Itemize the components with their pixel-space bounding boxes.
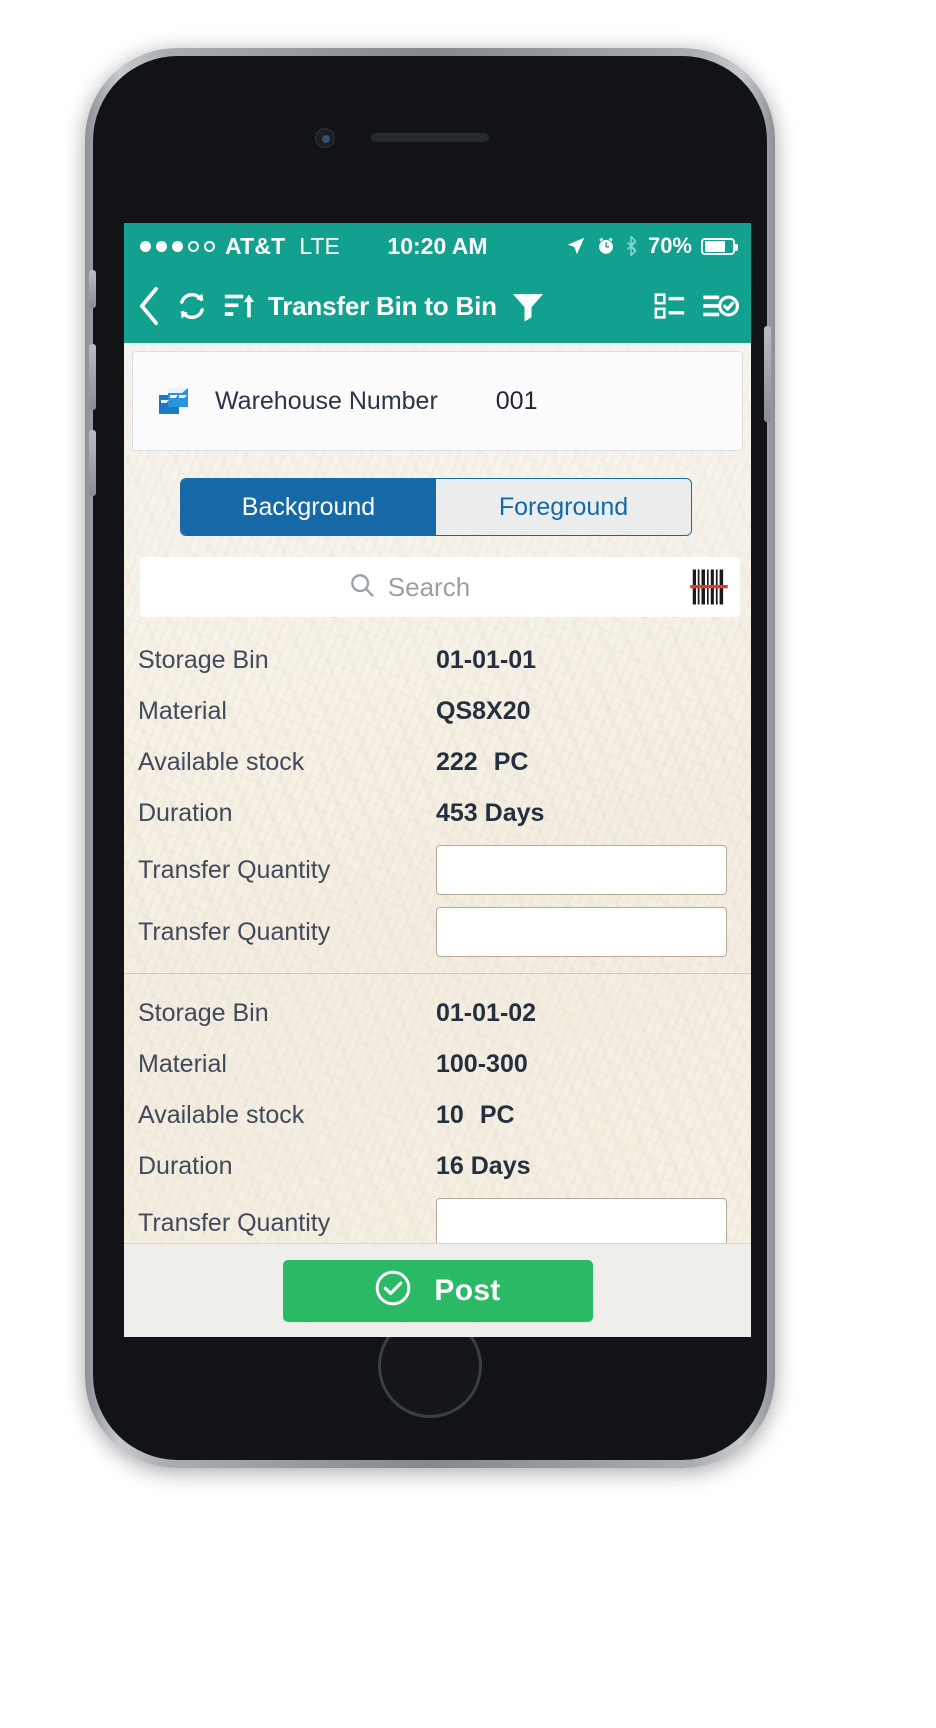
transfer-quantity-label: Transfer Quantity [138, 917, 331, 946]
bluetooth-icon [626, 235, 637, 257]
phone-body: AT&T LTE 10:20 AM 70% Transfer Bin to Bi… [89, 56, 771, 1460]
material-label: Material [138, 1050, 227, 1078]
power-button[interactable] [764, 326, 771, 422]
footer-toolbar: Post [124, 1243, 751, 1337]
duration-value: 453 Days [436, 799, 545, 827]
duration-label: Duration [138, 1152, 233, 1180]
transfer-quantity-input[interactable] [436, 1198, 727, 1243]
barcode-scanner-icon[interactable] [678, 557, 740, 617]
alarm-clock-icon [599, 237, 613, 254]
check-circle-icon [374, 1269, 412, 1312]
post-button[interactable]: Post [282, 1259, 593, 1322]
storage-bin-row: Storage Bin 01-01-01 [124, 635, 751, 686]
search-icon [348, 571, 376, 604]
duration-value: 16 Days [436, 1152, 531, 1180]
transfer-quantity-input[interactable] [436, 907, 727, 957]
transfer-quantity-row: Transfer Quantity [124, 839, 751, 901]
duration-row: Duration 453 Days [124, 788, 751, 839]
list-item[interactable]: Storage Bin 01-01-02 Material 100-300 Av… [124, 974, 751, 1243]
battery-icon [701, 237, 738, 255]
chevron-left-icon[interactable] [136, 286, 162, 326]
available-stock-number: 222 [436, 748, 478, 776]
network-type: LTE [299, 232, 340, 259]
earpiece-speaker [371, 133, 489, 142]
search-placeholder: Search [387, 571, 471, 602]
available-stock-number: 10 [436, 1101, 464, 1129]
filter-funnel-icon[interactable] [509, 287, 547, 325]
nav-left-group: Transfer Bin to Bin [136, 286, 547, 326]
storage-bin-value: 01-01-01 [436, 646, 537, 674]
material-label: Material [138, 697, 227, 725]
warehouse-boxes-icon [155, 378, 199, 425]
transfer-quantity-row: Transfer Quantity [124, 1192, 751, 1243]
available-stock-label: Available stock [138, 1101, 305, 1129]
nav-right-group [653, 287, 739, 325]
warehouse-number-value: 001 [495, 386, 538, 415]
warehouse-number-label: Warehouse Number [215, 386, 438, 415]
battery-percent: 70% [647, 233, 692, 258]
list-item[interactable]: Storage Bin 01-01-01 Material QS8X20 Ava… [124, 621, 751, 974]
tab-background[interactable]: Background [181, 479, 436, 535]
transfer-quantity-label: Transfer Quantity [138, 855, 331, 884]
material-value: QS8X20 [436, 697, 531, 725]
duration-label: Duration [138, 799, 233, 827]
volume-up-button[interactable] [89, 344, 96, 410]
tab-foreground[interactable]: Foreground [436, 479, 691, 535]
carrier-name: AT&T [225, 232, 286, 259]
available-stock-row: Available stock 222 PC [124, 737, 751, 788]
front-camera-icon [315, 128, 335, 148]
search-bar[interactable]: Search [140, 557, 740, 617]
status-bar: AT&T LTE 10:20 AM 70% [124, 223, 751, 269]
available-stock-unit: PC [493, 748, 529, 776]
location-arrow-icon [567, 237, 585, 255]
material-value: 100-300 [436, 1050, 528, 1078]
available-stock-unit: PC [479, 1101, 515, 1129]
signal-strength-icon [140, 240, 215, 252]
list-view-icon[interactable] [653, 289, 687, 323]
transfer-quantity-label: Transfer Quantity [138, 1208, 331, 1237]
available-stock-label: Available stock [138, 748, 305, 776]
storage-bin-label: Storage Bin [138, 999, 269, 1027]
sync-refresh-icon[interactable] [174, 288, 210, 324]
search-input-area[interactable]: Search [140, 571, 678, 604]
checklist-icon[interactable] [701, 287, 739, 325]
silent-switch[interactable] [89, 270, 96, 308]
item-list[interactable]: Storage Bin 01-01-01 Material QS8X20 Ava… [124, 621, 751, 1243]
segmented-control: Background Foreground [180, 478, 692, 536]
transfer-quantity-row: Transfer Quantity [124, 901, 751, 963]
page-title: Transfer Bin to Bin [268, 290, 497, 321]
storage-bin-row: Storage Bin 01-01-02 [124, 988, 751, 1039]
storage-bin-label: Storage Bin [138, 646, 269, 674]
post-label: Post [434, 1273, 501, 1307]
phone-screen: AT&T LTE 10:20 AM 70% Transfer Bin to Bi… [124, 223, 751, 1337]
sort-ascending-icon[interactable] [222, 289, 256, 323]
transfer-quantity-input[interactable] [436, 845, 727, 895]
available-stock-row: Available stock 10 PC [124, 1090, 751, 1141]
duration-row: Duration 16 Days [124, 1141, 751, 1192]
available-stock-value: 10 PC [436, 1101, 515, 1130]
volume-down-button[interactable] [89, 430, 96, 496]
phone-frame: AT&T LTE 10:20 AM 70% Transfer Bin to Bi… [85, 48, 775, 1468]
status-time: 10:20 AM [387, 232, 488, 259]
status-right-group: 70% [565, 233, 738, 259]
warehouse-number-card[interactable]: Warehouse Number 001 [132, 351, 743, 451]
available-stock-value: 222 PC [436, 748, 528, 777]
material-row: Material QS8X20 [124, 686, 751, 737]
storage-bin-value: 01-01-02 [436, 999, 537, 1027]
navigation-bar: Transfer Bin to Bin [124, 269, 751, 343]
material-row: Material 100-300 [124, 1039, 751, 1090]
